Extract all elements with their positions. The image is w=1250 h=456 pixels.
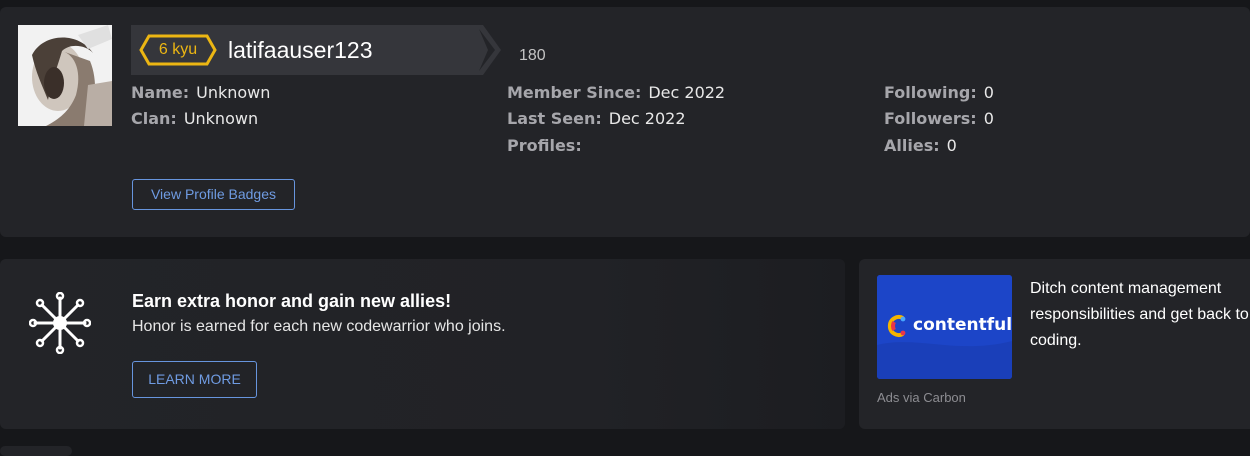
honor-value: 180 [519,47,546,64]
avatar-image [18,25,112,126]
followers-label: Followers: [884,109,977,128]
clan-label: Clan: [131,109,177,128]
last-seen-label: Last Seen: [507,109,602,128]
rank-banner: 6 kyu latifaauser123 [131,25,501,75]
invite-card: Earn extra honor and gain new allies! Ho… [0,259,845,429]
allies-field[interactable]: Allies: 0 [884,135,957,157]
ad-image[interactable]: contentful [877,275,1012,379]
name-label: Name: [131,83,190,102]
followers-value: 0 [983,109,994,128]
network-icon [29,292,91,354]
profiles-field: Profiles: [507,135,589,157]
member-since-label: Member Since: [507,83,642,102]
clan-field: Clan: Unknown [131,108,258,130]
last-seen-value: Dec 2022 [608,109,686,128]
next-card-edge [0,446,72,456]
avatar[interactable] [18,25,112,126]
allies-label: Allies: [884,136,940,155]
profile-card: 6 kyu latifaauser123 180 Name: Unknown Cl… [0,7,1250,237]
username: latifaauser123 [228,37,373,63]
learn-more-button[interactable]: LEARN MORE [132,361,257,398]
invite-title: Earn extra honor and gain new allies! [132,291,452,311]
last-seen-field: Last Seen: Dec 2022 [507,108,686,130]
member-since-field: Member Since: Dec 2022 [507,82,725,104]
allies-value: 0 [946,136,957,155]
invite-description: Honor is earned for each new codewarrior… [132,318,506,335]
name-value: Unknown [196,83,271,102]
rank-badge: 6 kyu [139,34,217,66]
member-since-value: Dec 2022 [648,83,726,102]
carbon-ad: contentful Ditch content management resp… [859,259,1250,429]
name-field: Name: Unknown [131,82,270,104]
following-label: Following: [884,83,977,102]
clan-value: Unknown [183,109,259,128]
profiles-label: Profiles: [507,136,582,155]
ad-text[interactable]: Ditch content management responsibilitie… [1030,276,1250,354]
following-value: 0 [983,83,994,102]
ads-via-carbon-link[interactable]: Ads via Carbon [877,390,966,405]
followers-field[interactable]: Followers: 0 [884,108,994,130]
contentful-logo: contentful [913,315,1012,335]
rank-label: 6 kyu [158,41,198,58]
view-profile-badges-button[interactable]: View Profile Badges [132,179,295,210]
following-field[interactable]: Following: 0 [884,82,994,104]
